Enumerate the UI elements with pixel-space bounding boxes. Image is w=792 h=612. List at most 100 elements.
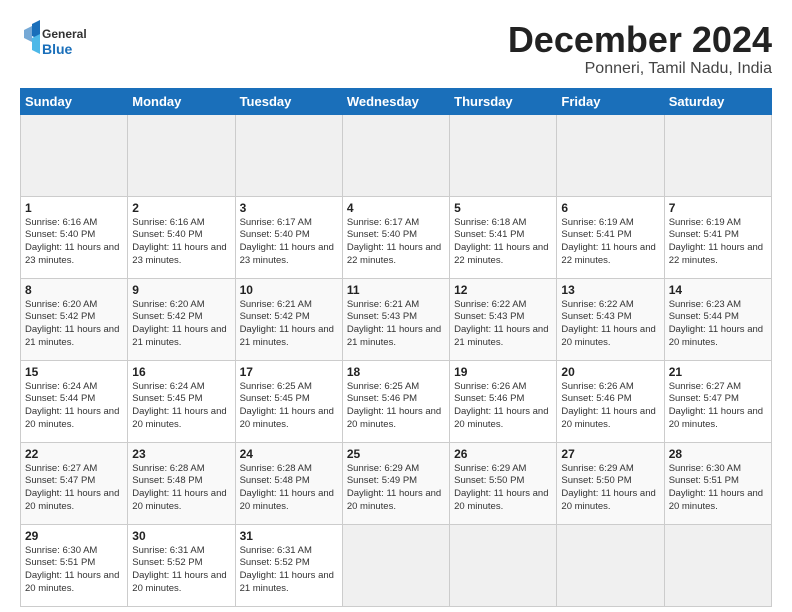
table-row: 15 Sunrise: 6:24 AM Sunset: 5:44 PM Dayl… <box>21 360 128 442</box>
day-number: 3 <box>240 201 338 215</box>
day-number: 28 <box>669 447 767 461</box>
table-row <box>450 524 557 606</box>
col-monday: Monday <box>128 88 235 114</box>
table-row: 17 Sunrise: 6:25 AM Sunset: 5:45 PM Dayl… <box>235 360 342 442</box>
day-number: 6 <box>561 201 659 215</box>
cell-info: Sunrise: 6:16 AM Sunset: 5:40 PM Dayligh… <box>132 217 230 268</box>
table-row: 16 Sunrise: 6:24 AM Sunset: 5:45 PM Dayl… <box>128 360 235 442</box>
day-number: 31 <box>240 529 338 543</box>
table-row <box>557 524 664 606</box>
table-row: 18 Sunrise: 6:25 AM Sunset: 5:46 PM Dayl… <box>342 360 449 442</box>
cell-info: Sunrise: 6:26 AM Sunset: 5:46 PM Dayligh… <box>454 381 552 432</box>
col-saturday: Saturday <box>664 88 771 114</box>
table-row: 2 Sunrise: 6:16 AM Sunset: 5:40 PM Dayli… <box>128 196 235 278</box>
col-tuesday: Tuesday <box>235 88 342 114</box>
day-number: 18 <box>347 365 445 379</box>
cell-info: Sunrise: 6:16 AM Sunset: 5:40 PM Dayligh… <box>25 217 123 268</box>
day-number: 20 <box>561 365 659 379</box>
table-row: 4 Sunrise: 6:17 AM Sunset: 5:40 PM Dayli… <box>342 196 449 278</box>
day-number: 26 <box>454 447 552 461</box>
svg-text:General: General <box>42 27 87 41</box>
page: General Blue December 2024 Ponneri, Tami… <box>0 0 792 612</box>
calendar-week-row: 1 Sunrise: 6:16 AM Sunset: 5:40 PM Dayli… <box>21 196 772 278</box>
day-number: 23 <box>132 447 230 461</box>
table-row: 25 Sunrise: 6:29 AM Sunset: 5:49 PM Dayl… <box>342 442 449 524</box>
cell-info: Sunrise: 6:30 AM Sunset: 5:51 PM Dayligh… <box>25 545 123 596</box>
cell-info: Sunrise: 6:27 AM Sunset: 5:47 PM Dayligh… <box>25 463 123 514</box>
col-friday: Friday <box>557 88 664 114</box>
table-row: 31 Sunrise: 6:31 AM Sunset: 5:52 PM Dayl… <box>235 524 342 606</box>
table-row: 30 Sunrise: 6:31 AM Sunset: 5:52 PM Dayl… <box>128 524 235 606</box>
title-block: December 2024 Ponneri, Tamil Nadu, India <box>508 20 772 78</box>
cell-info: Sunrise: 6:29 AM Sunset: 5:49 PM Dayligh… <box>347 463 445 514</box>
table-row: 20 Sunrise: 6:26 AM Sunset: 5:46 PM Dayl… <box>557 360 664 442</box>
cell-info: Sunrise: 6:20 AM Sunset: 5:42 PM Dayligh… <box>25 299 123 350</box>
table-row: 9 Sunrise: 6:20 AM Sunset: 5:42 PM Dayli… <box>128 278 235 360</box>
table-row <box>664 524 771 606</box>
cell-info: Sunrise: 6:19 AM Sunset: 5:41 PM Dayligh… <box>669 217 767 268</box>
cell-info: Sunrise: 6:17 AM Sunset: 5:40 PM Dayligh… <box>240 217 338 268</box>
table-row: 23 Sunrise: 6:28 AM Sunset: 5:48 PM Dayl… <box>128 442 235 524</box>
svg-text:Blue: Blue <box>42 41 73 57</box>
day-number: 2 <box>132 201 230 215</box>
day-number: 24 <box>240 447 338 461</box>
day-number: 9 <box>132 283 230 297</box>
day-number: 13 <box>561 283 659 297</box>
table-row: 21 Sunrise: 6:27 AM Sunset: 5:47 PM Dayl… <box>664 360 771 442</box>
table-row <box>235 114 342 196</box>
table-row <box>21 114 128 196</box>
cell-info: Sunrise: 6:27 AM Sunset: 5:47 PM Dayligh… <box>669 381 767 432</box>
table-row: 19 Sunrise: 6:26 AM Sunset: 5:46 PM Dayl… <box>450 360 557 442</box>
cell-info: Sunrise: 6:28 AM Sunset: 5:48 PM Dayligh… <box>132 463 230 514</box>
day-number: 21 <box>669 365 767 379</box>
col-thursday: Thursday <box>450 88 557 114</box>
location: Ponneri, Tamil Nadu, India <box>508 60 772 78</box>
col-wednesday: Wednesday <box>342 88 449 114</box>
table-row: 29 Sunrise: 6:30 AM Sunset: 5:51 PM Dayl… <box>21 524 128 606</box>
cell-info: Sunrise: 6:19 AM Sunset: 5:41 PM Dayligh… <box>561 217 659 268</box>
col-sunday: Sunday <box>21 88 128 114</box>
table-row: 10 Sunrise: 6:21 AM Sunset: 5:42 PM Dayl… <box>235 278 342 360</box>
day-number: 4 <box>347 201 445 215</box>
cell-info: Sunrise: 6:17 AM Sunset: 5:40 PM Dayligh… <box>347 217 445 268</box>
calendar-week-row: 8 Sunrise: 6:20 AM Sunset: 5:42 PM Dayli… <box>21 278 772 360</box>
day-number: 29 <box>25 529 123 543</box>
day-number: 14 <box>669 283 767 297</box>
month-title: December 2024 <box>508 20 772 60</box>
table-row: 14 Sunrise: 6:23 AM Sunset: 5:44 PM Dayl… <box>664 278 771 360</box>
cell-info: Sunrise: 6:25 AM Sunset: 5:45 PM Dayligh… <box>240 381 338 432</box>
table-row: 13 Sunrise: 6:22 AM Sunset: 5:43 PM Dayl… <box>557 278 664 360</box>
cell-info: Sunrise: 6:30 AM Sunset: 5:51 PM Dayligh… <box>669 463 767 514</box>
table-row: 8 Sunrise: 6:20 AM Sunset: 5:42 PM Dayli… <box>21 278 128 360</box>
table-row <box>557 114 664 196</box>
table-row: 28 Sunrise: 6:30 AM Sunset: 5:51 PM Dayl… <box>664 442 771 524</box>
day-number: 30 <box>132 529 230 543</box>
day-number: 12 <box>454 283 552 297</box>
table-row: 6 Sunrise: 6:19 AM Sunset: 5:41 PM Dayli… <box>557 196 664 278</box>
table-row: 11 Sunrise: 6:21 AM Sunset: 5:43 PM Dayl… <box>342 278 449 360</box>
table-row <box>664 114 771 196</box>
cell-info: Sunrise: 6:29 AM Sunset: 5:50 PM Dayligh… <box>454 463 552 514</box>
cell-info: Sunrise: 6:22 AM Sunset: 5:43 PM Dayligh… <box>561 299 659 350</box>
day-number: 5 <box>454 201 552 215</box>
day-number: 11 <box>347 283 445 297</box>
calendar-header-row: Sunday Monday Tuesday Wednesday Thursday… <box>21 88 772 114</box>
table-row: 26 Sunrise: 6:29 AM Sunset: 5:50 PM Dayl… <box>450 442 557 524</box>
day-number: 19 <box>454 365 552 379</box>
calendar-week-row: 15 Sunrise: 6:24 AM Sunset: 5:44 PM Dayl… <box>21 360 772 442</box>
cell-info: Sunrise: 6:20 AM Sunset: 5:42 PM Dayligh… <box>132 299 230 350</box>
cell-info: Sunrise: 6:28 AM Sunset: 5:48 PM Dayligh… <box>240 463 338 514</box>
day-number: 22 <box>25 447 123 461</box>
day-number: 16 <box>132 365 230 379</box>
cell-info: Sunrise: 6:22 AM Sunset: 5:43 PM Dayligh… <box>454 299 552 350</box>
cell-info: Sunrise: 6:25 AM Sunset: 5:46 PM Dayligh… <box>347 381 445 432</box>
day-number: 25 <box>347 447 445 461</box>
cell-info: Sunrise: 6:18 AM Sunset: 5:41 PM Dayligh… <box>454 217 552 268</box>
table-row <box>450 114 557 196</box>
logo-svg: General Blue <box>20 20 100 60</box>
cell-info: Sunrise: 6:24 AM Sunset: 5:45 PM Dayligh… <box>132 381 230 432</box>
day-number: 10 <box>240 283 338 297</box>
day-number: 27 <box>561 447 659 461</box>
table-row <box>342 524 449 606</box>
cell-info: Sunrise: 6:31 AM Sunset: 5:52 PM Dayligh… <box>132 545 230 596</box>
